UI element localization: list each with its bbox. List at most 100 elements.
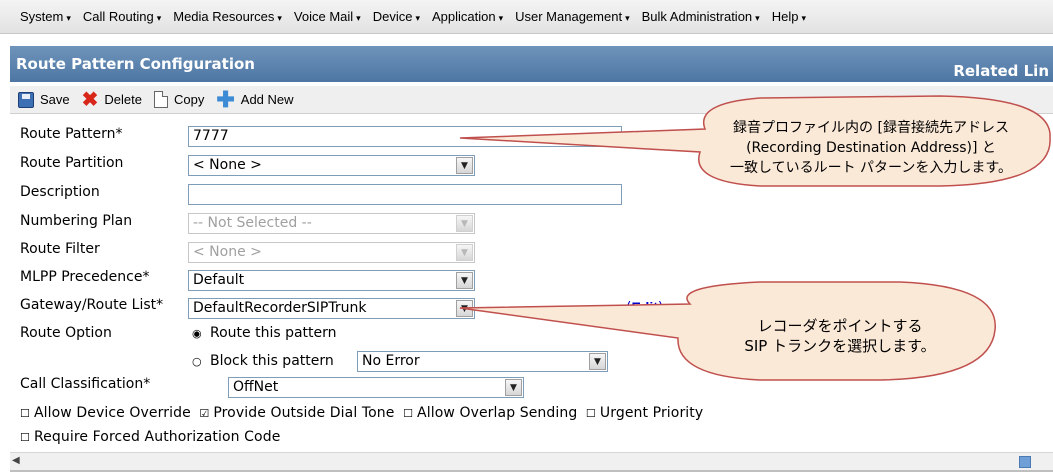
call-classification-select[interactable]: OffNet ▼: [228, 377, 524, 398]
block-reason-select[interactable]: No Error ▼: [357, 351, 608, 372]
callout-bottom-line-2: SIP トランクを選択します。: [744, 337, 936, 355]
copy-label: Copy: [173, 92, 205, 107]
require-forced-auth-label: Require Forced Authorization Code: [33, 429, 281, 445]
route-pattern-input[interactable]: 7777: [188, 126, 622, 147]
menu-label: User Management: [515, 9, 623, 24]
menu-label: System: [20, 9, 64, 24]
provide-outside-dial-tone-label: Provide Outside Dial Tone: [213, 405, 395, 421]
chevron-down-icon: ▼: [456, 244, 473, 261]
checkbox-checked-icon: ☑: [199, 407, 210, 420]
callout-top-line-1: 録音プロファイル内の [録音接続先アドレス: [733, 120, 1009, 136]
description-input[interactable]: [188, 184, 622, 205]
chevron-down-icon: ▼: [456, 215, 473, 232]
callout-bottom-text: レコーダをポイントする SIP トランクを選択します。: [690, 316, 990, 356]
callout-top-text: 録音プロファイル内の [録音接続先アドレス (Recording Destina…: [696, 118, 1046, 178]
callout-top-line-3: 一致しているルート パターンを入力します。: [730, 160, 1012, 176]
chevron-down-icon: ▾: [277, 13, 282, 23]
chevron-down-icon[interactable]: ▼: [456, 157, 473, 174]
chevron-down-icon[interactable]: ▼: [456, 300, 473, 317]
menu-device[interactable]: Device ▾: [373, 9, 420, 24]
route-pattern-label: Route Pattern*: [20, 126, 123, 142]
checkbox-unchecked-icon: ☐: [403, 407, 414, 420]
menu-help[interactable]: Help ▾: [772, 9, 806, 24]
block-this-pattern-radio[interactable]: ○ Block this pattern: [192, 353, 334, 369]
floppy-disk-icon: [18, 91, 34, 108]
horizontal-scrollbar[interactable]: ◀: [10, 452, 1053, 470]
chevron-down-icon[interactable]: ▼: [456, 272, 473, 289]
route-this-pattern-label: Route this pattern: [210, 325, 337, 341]
callout-bottom-line-1: レコーダをポイントする: [757, 317, 923, 335]
radio-selected-icon: ◉: [192, 326, 202, 340]
related-links[interactable]: Related Lin: [953, 62, 1049, 80]
checkbox-row-1: ☐ Allow Device Override ☑ Provide Outside …: [20, 405, 707, 421]
mlpp-precedence-value: Default: [193, 272, 245, 288]
chevron-down-icon: ▾: [156, 13, 162, 23]
route-partition-label: Route Partition: [20, 155, 124, 171]
menu-label: Device: [372, 9, 413, 24]
route-filter-value: < None >: [193, 244, 262, 260]
menu-system[interactable]: System ▾: [20, 9, 71, 24]
route-filter-select: < None > ▼: [188, 242, 475, 263]
allow-overlap-sending-checkbox[interactable]: ☐ Allow Overlap Sending: [403, 405, 577, 421]
route-option-label: Route Option: [20, 325, 112, 341]
call-classification-label: Call Classification*: [20, 376, 151, 392]
chevron-down-icon: ▾: [498, 13, 504, 23]
add-new-button[interactable]: ✚ Add New: [216, 86, 294, 112]
allow-overlap-sending-label: Allow Overlap Sending: [417, 405, 578, 421]
edit-link[interactable]: Edit: [631, 299, 657, 315]
route-this-pattern-radio[interactable]: ◉ Route this pattern: [192, 325, 337, 341]
chevron-down-icon: ▾: [625, 13, 630, 23]
chevron-down-icon: ▾: [801, 13, 806, 23]
menu-voice-mail[interactable]: Voice Mail ▾: [294, 9, 361, 24]
urgent-priority-checkbox[interactable]: ☐ Urgent Priority: [586, 405, 703, 421]
copy-button[interactable]: Copy: [153, 91, 205, 108]
chevron-down-icon: ▾: [755, 13, 760, 23]
edit-close-paren: ): [657, 300, 664, 316]
require-forced-auth-checkbox[interactable]: ☐ Require Forced Authorization Code: [20, 429, 280, 445]
checkbox-row-2: ☐ Require Forced Authorization Code: [20, 429, 284, 445]
callout-top-line-2: (Recording Destination Address)] と: [746, 140, 996, 156]
menu-user-management[interactable]: User Management ▾: [515, 9, 629, 24]
menu-call-routing[interactable]: Call Routing ▾: [83, 9, 161, 24]
chevron-down-icon[interactable]: ▼: [589, 353, 606, 370]
add-new-label: Add New: [240, 92, 294, 107]
provide-outside-dial-tone-checkbox[interactable]: ☑ Provide Outside Dial Tone: [199, 405, 394, 421]
block-this-pattern-label: Block this pattern: [210, 353, 334, 369]
checkbox-unchecked-icon: ☐: [20, 431, 30, 444]
chevron-down-icon: ▾: [66, 13, 71, 23]
delete-x-icon: ✖: [81, 88, 99, 111]
gateway-route-list-select[interactable]: DefaultRecorderSIPTrunk ▼: [188, 298, 475, 319]
plus-icon: ✚: [216, 86, 235, 112]
scroll-thumb[interactable]: [1019, 456, 1031, 468]
gateway-route-list-value: DefaultRecorderSIPTrunk: [193, 300, 367, 316]
call-classification-value: OffNet: [233, 379, 279, 395]
mlpp-precedence-label: MLPP Precedence*: [20, 269, 150, 285]
menu-bulk-administration[interactable]: Bulk Administration ▾: [642, 9, 760, 24]
chevron-down-icon[interactable]: ▼: [505, 379, 522, 396]
numbering-plan-label: Numbering Plan: [20, 213, 133, 229]
checkbox-unchecked-icon: ☐: [20, 407, 30, 420]
block-reason-value: No Error: [362, 353, 420, 369]
urgent-priority-label: Urgent Priority: [599, 405, 704, 421]
gateway-route-list-label: Gateway/Route List*: [20, 297, 164, 313]
menu-label: Help: [771, 9, 799, 24]
save-button[interactable]: Save: [18, 91, 70, 108]
allow-device-override-checkbox[interactable]: ☐ Allow Device Override: [20, 405, 191, 421]
route-pattern-value: 7777: [193, 128, 229, 144]
scroll-left-icon[interactable]: ◀: [12, 455, 20, 466]
route-partition-select[interactable]: < None > ▼: [188, 155, 475, 176]
bottom-divider: [10, 470, 1053, 472]
page-title: Route Pattern Configuration: [16, 55, 255, 73]
save-label: Save: [40, 92, 70, 107]
menu-media-resources[interactable]: Media Resources ▾: [173, 9, 282, 24]
route-partition-value: < None >: [193, 157, 262, 173]
menu-label: Voice Mail: [293, 9, 354, 24]
description-label: Description: [20, 184, 100, 200]
edit-link-wrapper: (Edit): [626, 299, 663, 316]
numbering-plan-select: -- Not Selected -- ▼: [188, 213, 475, 234]
route-filter-label: Route Filter: [20, 241, 100, 257]
menu-application[interactable]: Application ▾: [432, 9, 503, 24]
chevron-down-icon: ▾: [415, 13, 420, 23]
mlpp-precedence-select[interactable]: Default ▼: [188, 270, 475, 291]
delete-button[interactable]: ✖ Delete: [81, 88, 142, 111]
